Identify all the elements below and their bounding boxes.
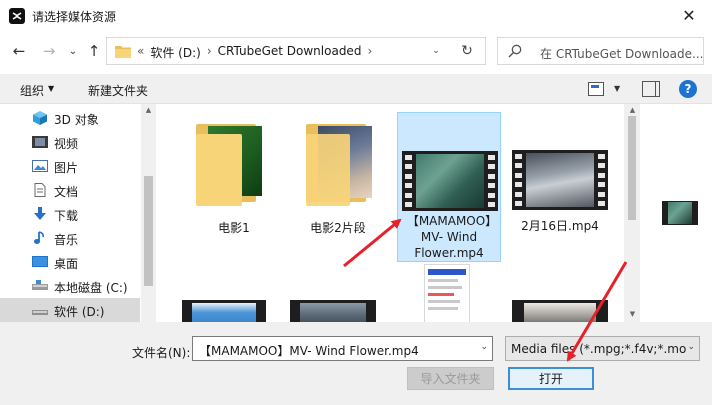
breadcrumb-separator[interactable]: › (367, 44, 372, 61)
navigation-pane: 3D 对象 视频 图片 文档 下载 音乐 桌面 本地磁盘 (C:) 软件 (D:… (0, 104, 156, 322)
sidebar-item-music[interactable]: 音乐 (0, 226, 140, 250)
folder-icon (196, 134, 242, 206)
sidebar-item-videos[interactable]: 视频 (0, 130, 140, 154)
sidebar-item-software-d[interactable]: 软件 (D:) (0, 298, 140, 322)
scroll-up-icon[interactable]: ▲ (143, 106, 154, 116)
refresh-button[interactable]: ↻ (455, 39, 479, 63)
chevron-down-icon: ⌄ (432, 46, 440, 56)
file-tile-folder[interactable]: 电影1 (182, 114, 286, 264)
drive-icon (32, 310, 48, 315)
breadcrumb-overflow[interactable]: « (137, 44, 144, 61)
picture-icon (32, 160, 48, 172)
breadcrumb-folder[interactable]: CRTubeGet Downloaded (218, 44, 362, 61)
file-name: 【MAMAMOO】MV- Wind Flower.mp4 (406, 214, 492, 260)
sidebar-item-label: 文档 (54, 185, 79, 199)
sidebar-item-label: 3D 对象 (54, 113, 99, 127)
chevron-down-icon[interactable]: ⌄ (480, 342, 488, 352)
sidebar-item-local-disk-c[interactable]: 本地磁盘 (C:) (0, 274, 140, 298)
sidebar-item-label: 图片 (54, 161, 79, 175)
title-bar: 请选择媒体资源 ✕ (0, 0, 712, 32)
breadcrumb-separator[interactable]: › (207, 44, 212, 61)
sidebar-item-label: 本地磁盘 (C:) (54, 281, 128, 295)
file-name: 电影1 (218, 221, 250, 235)
import-folder-button[interactable]: 导入文件夹 (407, 367, 494, 390)
file-list-scrollbar[interactable]: ▲ ▼ (624, 104, 640, 322)
sidebar-item-documents[interactable]: 文档 (0, 178, 140, 202)
back-button[interactable]: ← (8, 40, 30, 62)
file-list-scroll-thumb[interactable] (628, 116, 636, 220)
document-icon (34, 183, 46, 197)
sidebar-scrollbar[interactable]: ▲ (141, 104, 156, 322)
sidebar-item-label: 下载 (54, 209, 79, 223)
folder-icon (306, 134, 350, 206)
file-name: 2月16日.mp4 (521, 219, 599, 233)
folder-icon (115, 46, 131, 58)
organize-menu[interactable]: 组织 (20, 82, 44, 99)
sidebar-item-desktop[interactable]: 桌面 (0, 250, 140, 274)
breadcrumb-drive[interactable]: 软件 (D:) (150, 44, 200, 61)
file-type-value: Media files (*.mpg;*.f4v;*.mo (511, 342, 687, 356)
sidebar-scroll-thumb[interactable] (144, 176, 153, 286)
video-thumbnail[interactable] (512, 300, 608, 322)
sidebar-item-label: 软件 (D:) (54, 305, 105, 319)
video-icon (32, 136, 48, 148)
file-list: 电影1 电影2片段 【MAMAMOO】MV- Wind Flower.mp4 2… (156, 104, 624, 322)
forward-button[interactable]: → (38, 40, 60, 62)
change-view-icon[interactable] (588, 82, 604, 96)
file-name: 电影2片段 (310, 221, 366, 235)
command-toolbar: 组织 ▼ 新建文件夹 ▼ ? (0, 74, 712, 104)
caret-down-icon[interactable]: ▼ (48, 84, 54, 93)
arrow-left-icon: ← (12, 42, 26, 60)
help-icon[interactable]: ? (679, 80, 697, 98)
dialog-footer: 文件名(N): 【MAMAMOO】MV- Wind Flower.mp4 ⌄ M… (0, 322, 712, 405)
download-icon (34, 207, 46, 220)
drive-icon (32, 280, 48, 290)
close-button[interactable]: ✕ (666, 0, 712, 31)
search-placeholder: 在 CRTubeGet Downloade... (540, 47, 704, 61)
search-icon (508, 44, 522, 58)
breadcrumb: « 软件 (D:) › CRTubeGet Downloaded › (137, 44, 372, 61)
video-thumbnail (402, 151, 498, 211)
video-thumbnail[interactable] (182, 300, 266, 322)
sidebar-item-3d-objects[interactable]: 3D 对象 (0, 106, 140, 130)
up-button[interactable]: ↑ (83, 40, 105, 62)
filename-value: 【MAMAMOO】MV- Wind Flower.mp4 (199, 344, 419, 358)
capcut-app-icon (9, 8, 25, 24)
sidebar-item-label: 视频 (54, 137, 79, 151)
chevron-down-icon: ⌄ (68, 45, 78, 57)
arrow-up-icon: ↑ (87, 42, 101, 60)
sidebar-item-label: 桌面 (54, 257, 79, 271)
scroll-up-icon[interactable]: ▲ (627, 106, 638, 116)
refresh-icon: ↻ (461, 43, 473, 59)
scroll-down-icon[interactable]: ▼ (627, 310, 638, 320)
new-folder-button[interactable]: 新建文件夹 (88, 82, 148, 99)
video-thumbnail (512, 150, 608, 210)
recent-locations-button[interactable]: ⌄ (62, 40, 84, 62)
chevron-down-icon: ⌄ (687, 342, 695, 352)
filename-input[interactable]: 【MAMAMOO】MV- Wind Flower.mp4 ⌄ (192, 336, 493, 361)
music-icon (34, 231, 44, 244)
sidebar-item-downloads[interactable]: 下载 (0, 202, 140, 226)
desktop-icon (32, 256, 48, 267)
video-thumbnail[interactable] (290, 300, 376, 322)
document-thumbnail[interactable] (424, 264, 470, 322)
cube-3d-icon (33, 111, 47, 125)
search-input[interactable]: 在 CRTubeGet Downloade... (497, 37, 704, 65)
address-history-dropdown[interactable]: ⌄ (429, 44, 443, 58)
window-title: 请选择媒体资源 (32, 10, 117, 24)
file-tile-video[interactable]: 2月16日.mp4 (508, 114, 612, 264)
sidebar-item-label: 音乐 (54, 233, 79, 247)
preview-pane-thumbnail (662, 201, 698, 225)
sidebar-item-pictures[interactable]: 图片 (0, 154, 140, 178)
file-type-select[interactable]: Media files (*.mpg;*.f4v;*.mo ⌄ (505, 336, 700, 361)
open-button[interactable]: 打开 (508, 367, 594, 390)
caret-down-icon[interactable]: ▼ (614, 84, 620, 93)
filename-label: 文件名(N): (132, 346, 191, 360)
file-tile-folder[interactable]: 电影2片段 (286, 114, 390, 264)
file-tile-video-selected[interactable]: 【MAMAMOO】MV- Wind Flower.mp4 (397, 112, 501, 262)
preview-pane-icon[interactable] (642, 81, 660, 97)
arrow-right-icon: → (42, 42, 56, 60)
close-icon: ✕ (682, 6, 696, 25)
